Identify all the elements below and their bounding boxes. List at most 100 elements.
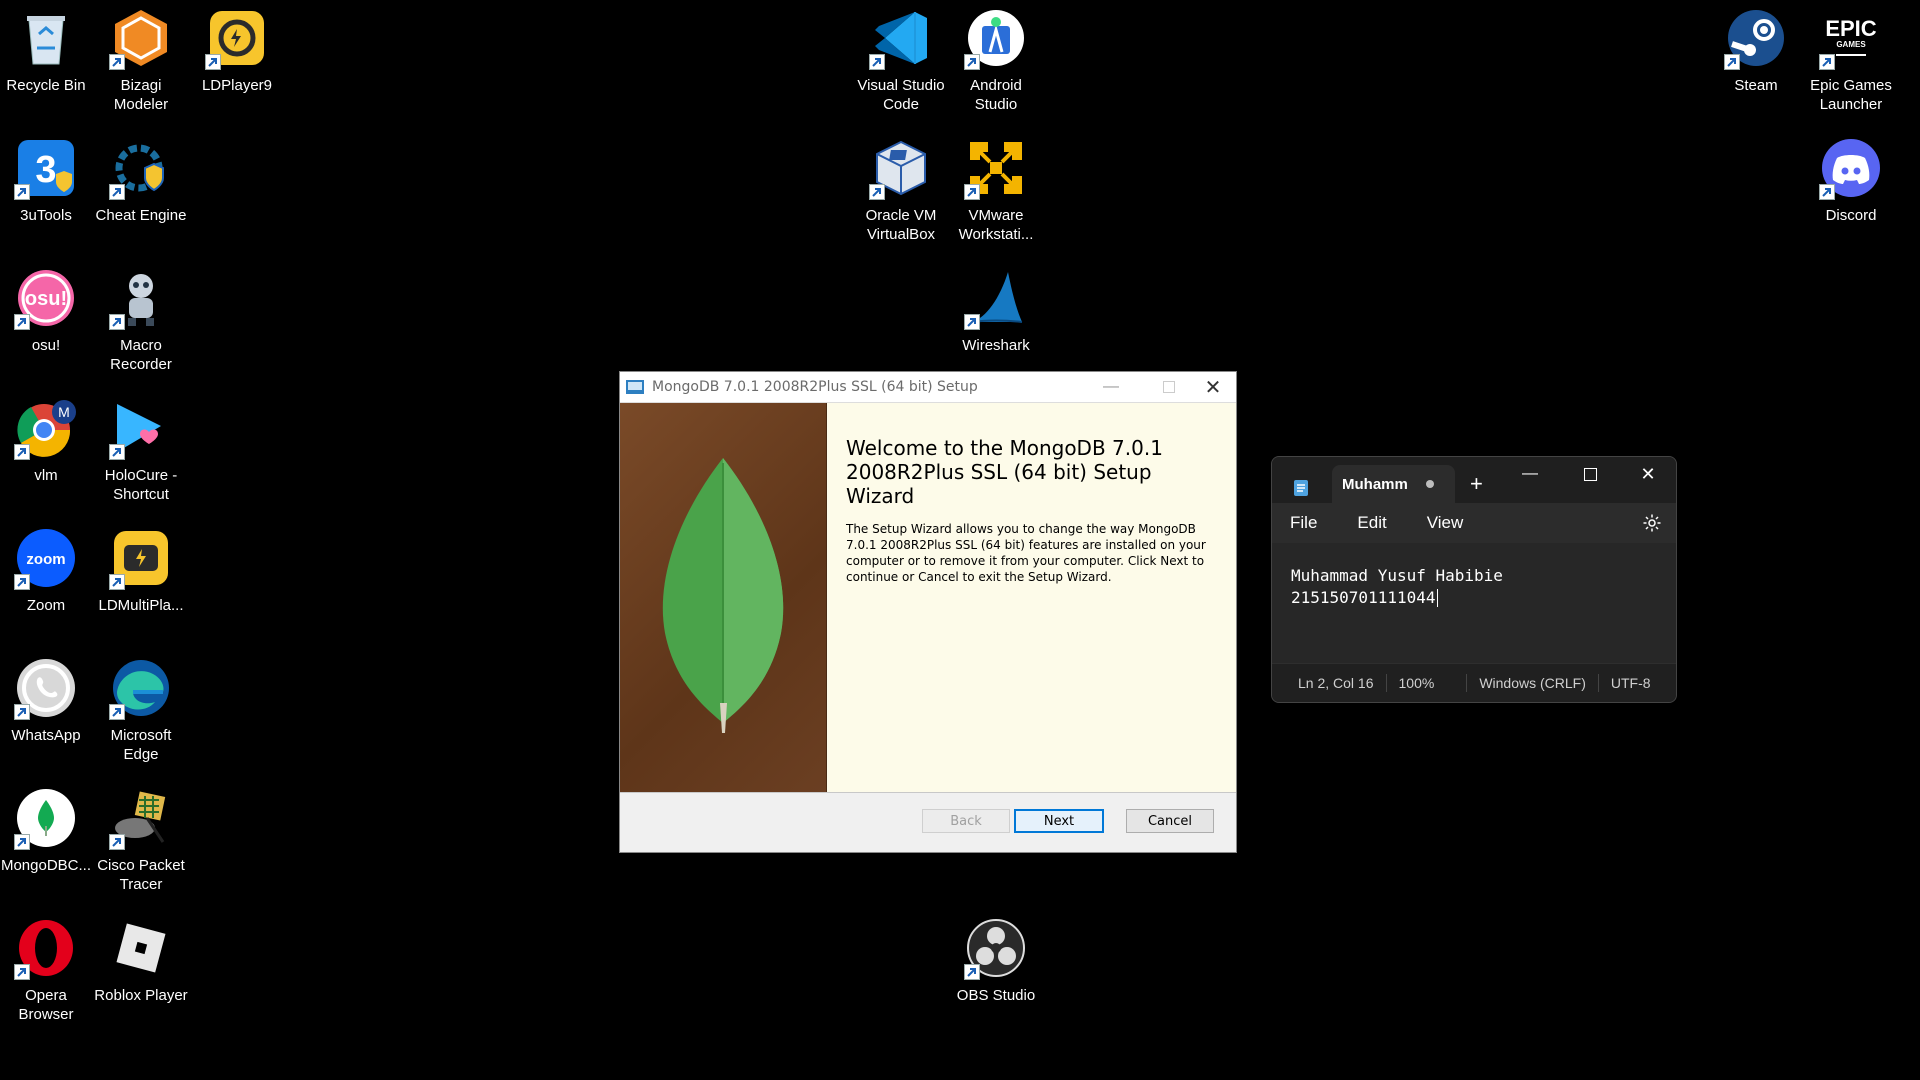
desktop-icon-ldplayer[interactable]: LDPlayer9 xyxy=(189,8,285,95)
recycle-bin-icon xyxy=(16,8,76,68)
desktop-icon-label: OBS Studio xyxy=(956,987,1036,1004)
shortcut-arrow-icon xyxy=(964,314,980,330)
desktop-icon-discord[interactable]: Discord xyxy=(1803,138,1899,225)
android-studio-icon xyxy=(964,8,1026,70)
desktop-icon-label: Wireshark xyxy=(962,337,1030,354)
desktop-icon-macro-recorder[interactable]: Macro Recorder xyxy=(93,268,189,374)
desktop-icon-label: osu! xyxy=(31,337,61,354)
next-button[interactable]: Next xyxy=(1014,809,1104,833)
osu-icon: osu! xyxy=(14,268,76,330)
welcome-panel: Welcome to the MongoDB 7.0.1 2008R2Plus … xyxy=(826,403,1236,792)
setup-titlebar[interactable]: MongoDB 7.0.1 2008R2Plus SSL (64 bit) Se… xyxy=(620,372,1236,403)
mongodb-banner xyxy=(620,403,826,792)
shortcut-arrow-icon xyxy=(14,834,30,850)
desktop-icon-holocure[interactable]: HoloCure - Shortcut xyxy=(93,398,189,504)
desktop-icon-label: Macro Recorder xyxy=(110,337,172,373)
installer-icon xyxy=(626,380,644,394)
desktop-icon-wireshark[interactable]: Wireshark xyxy=(948,268,1044,355)
desktop-icon-vscode[interactable]: Visual Studio Code xyxy=(853,8,949,114)
desktop-icon-label: Oracle VM VirtualBox xyxy=(865,207,937,243)
welcome-description: The Setup Wizard allows you to change th… xyxy=(846,522,1206,584)
roblox-icon xyxy=(111,918,171,978)
desktop-icon-roblox[interactable]: Roblox Player xyxy=(93,918,189,1005)
whatsapp-icon xyxy=(14,658,76,720)
desktop-icon-label: Android Studio xyxy=(970,77,1022,113)
desktop-icon-osu[interactable]: osu! osu! xyxy=(0,268,94,355)
new-tab-button[interactable]: + xyxy=(1470,471,1483,497)
maximize-button[interactable] xyxy=(1146,372,1192,402)
shortcut-arrow-icon xyxy=(109,54,125,70)
desktop-icon-whatsapp[interactable]: WhatsApp xyxy=(0,658,94,745)
desktop-icon-edge[interactable]: Microsoft Edge xyxy=(93,658,189,764)
desktop-icon-zoom[interactable]: zoom Zoom xyxy=(0,528,94,615)
notepad-titlebar[interactable]: Muhamm + — ✕ xyxy=(1272,457,1676,503)
desktop-icon-packet-tracer[interactable]: Cisco Packet Tracer xyxy=(93,788,189,894)
status-line-ending[interactable]: Windows (CRLF) xyxy=(1467,675,1598,691)
shortcut-arrow-icon xyxy=(14,314,30,330)
desktop-icon-label: Epic Games Launcher xyxy=(1810,77,1892,113)
shortcut-arrow-icon xyxy=(109,834,125,850)
desktop-icon-label: Recycle Bin xyxy=(6,77,86,94)
vmware-icon xyxy=(964,138,1026,200)
menu-view[interactable]: View xyxy=(1427,513,1464,533)
minimize-button[interactable]: — xyxy=(1504,457,1556,491)
shortcut-arrow-icon xyxy=(1724,54,1740,70)
epic-games-icon: EPIC GAMES xyxy=(1819,8,1881,70)
virtualbox-icon xyxy=(869,138,931,200)
notepad-menubar: File Edit View xyxy=(1272,503,1676,543)
desktop-icon-label: Steam xyxy=(1734,77,1778,94)
mongodb-setup-window[interactable]: MongoDB 7.0.1 2008R2Plus SSL (64 bit) Se… xyxy=(619,371,1237,853)
menu-file[interactable]: File xyxy=(1290,513,1317,533)
discord-icon xyxy=(1819,138,1881,200)
close-button[interactable]: ✕ xyxy=(1190,372,1236,402)
desktop-icon-label: LDMultiPla... xyxy=(98,597,184,614)
desktop-icon-bizagi[interactable]: Bizagi Modeler xyxy=(93,8,189,114)
mongodb-compass-icon xyxy=(14,788,76,850)
status-encoding[interactable]: UTF-8 xyxy=(1599,675,1663,691)
cancel-button[interactable]: Cancel xyxy=(1126,809,1214,833)
svg-text:M: M xyxy=(58,404,70,420)
shortcut-arrow-icon xyxy=(109,444,125,460)
desktop-icon-ldmultiplayer[interactable]: LDMultiPla... xyxy=(93,528,189,615)
ldplayer-icon xyxy=(205,8,267,70)
notepad-text-area[interactable]: Muhammad Yusuf Habibie 215150701111044 xyxy=(1272,543,1676,663)
desktop-icon-opera[interactable]: Opera Browser xyxy=(0,918,94,1024)
desktop-icon-obs[interactable]: OBS Studio xyxy=(948,918,1044,1005)
maximize-button[interactable] xyxy=(1564,457,1616,491)
desktop-icon-epic-games[interactable]: EPIC GAMES Epic Games Launcher xyxy=(1803,8,1899,114)
desktop-icon-label: Discord xyxy=(1825,207,1877,224)
zoom-icon: zoom xyxy=(14,528,76,590)
shortcut-arrow-icon xyxy=(14,964,30,980)
status-zoom[interactable]: 100% xyxy=(1387,675,1447,691)
shortcut-arrow-icon xyxy=(869,184,885,200)
notepad-tab[interactable]: Muhamm xyxy=(1332,465,1455,503)
shortcut-arrow-icon xyxy=(964,54,980,70)
svg-text:osu!: osu! xyxy=(25,288,67,310)
desktop-icon-mongodb-compass[interactable]: MongoDBC... xyxy=(0,788,94,875)
desktop-icon-label: Bizagi Modeler xyxy=(113,77,169,113)
desktop-icon-3utools[interactable]: 3 3uTools xyxy=(0,138,94,225)
shortcut-arrow-icon xyxy=(964,964,980,980)
desktop-icon-label: Cheat Engine xyxy=(95,207,187,224)
notepad-window[interactable]: Muhamm + — ✕ File Edit View Muhammad Yus… xyxy=(1271,456,1677,703)
desktop-icon-virtualbox[interactable]: Oracle VM VirtualBox xyxy=(853,138,949,244)
desktop-icon-vlm[interactable]: M vlm xyxy=(0,398,94,485)
chrome-icon: M xyxy=(14,398,76,460)
back-button[interactable]: Back xyxy=(922,809,1010,833)
settings-gear-icon[interactable] xyxy=(1642,513,1662,538)
shortcut-arrow-icon xyxy=(964,184,980,200)
menu-edit[interactable]: Edit xyxy=(1357,513,1386,533)
close-button[interactable]: ✕ xyxy=(1622,457,1674,491)
desktop-icon-label: vlm xyxy=(34,467,58,484)
desktop-icon-android-studio[interactable]: Android Studio xyxy=(948,8,1044,114)
welcome-heading: Welcome to the MongoDB 7.0.1 2008R2Plus … xyxy=(846,436,1163,508)
shortcut-arrow-icon xyxy=(109,704,125,720)
minimize-button[interactable]: — xyxy=(1088,372,1134,402)
desktop-icon-label: HoloCure - Shortcut xyxy=(104,467,178,503)
mongodb-leaf-icon xyxy=(662,458,784,733)
desktop-icon-vmware[interactable]: VMware Workstati... xyxy=(948,138,1044,244)
epic-logo-sub: GAMES xyxy=(1836,39,1866,49)
desktop-icon-recycle-bin[interactable]: Recycle Bin xyxy=(0,8,94,95)
desktop-icon-steam[interactable]: Steam xyxy=(1708,8,1804,95)
desktop-icon-cheat-engine[interactable]: Cheat Engine xyxy=(93,138,189,225)
